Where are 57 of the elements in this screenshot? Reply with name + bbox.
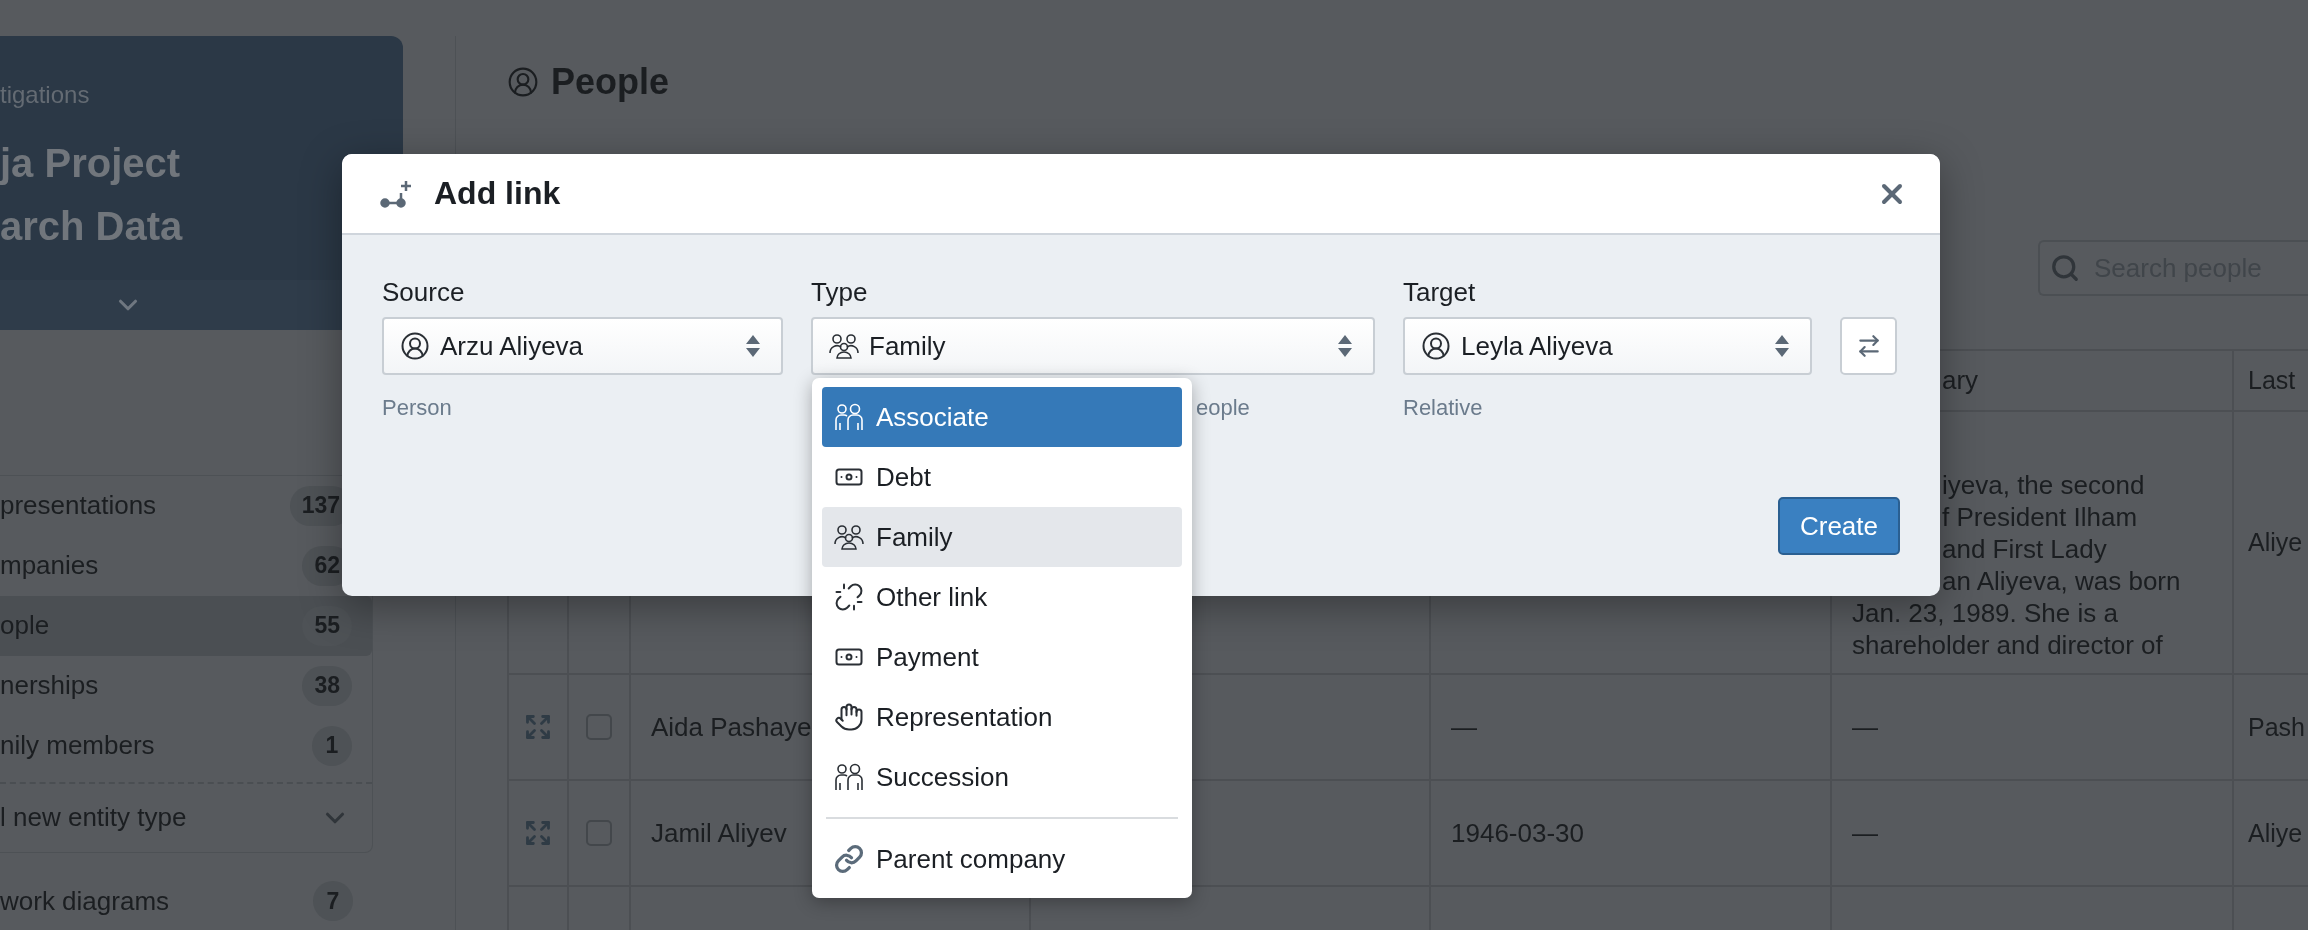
- column-header: Last: [2248, 366, 2296, 395]
- help-text: Person: [382, 395, 453, 421]
- search-icon: [2050, 253, 2080, 283]
- person-icon: [507, 66, 539, 98]
- table-cell-text: —: [1852, 817, 1878, 849]
- project-subtitle: tigations: [0, 80, 91, 110]
- table-cell-text: iyeva, the second: [1941, 469, 2145, 501]
- table-cell-text: an Aliyeva, was born: [1941, 565, 2181, 597]
- column-header: ary: [1941, 365, 1979, 396]
- sort-caret-icon: [1337, 334, 1353, 358]
- menu-option[interactable]: Family: [822, 507, 1182, 567]
- menu-option[interactable]: Succession: [822, 747, 1182, 807]
- table-cell: Jamil Aliyev: [651, 817, 787, 849]
- broken-link-icon: [834, 582, 864, 612]
- menu-option[interactable]: Payment: [822, 627, 1182, 687]
- table-cell: Pash: [2248, 712, 2305, 742]
- group-icon: [829, 333, 859, 359]
- dialog-title: Add link: [434, 175, 562, 212]
- swap-button[interactable]: [1840, 317, 1897, 375]
- table-cell: Aliye: [2248, 528, 2303, 557]
- project-title: ja Project: [0, 140, 182, 187]
- sort-caret-icon: [1774, 334, 1790, 358]
- help-text: Relative: [1403, 395, 1484, 421]
- project-title: arch Data: [0, 203, 184, 250]
- hand-icon: [834, 702, 864, 732]
- two-people-icon: [834, 403, 864, 431]
- table-cell-text: Jan. 23, 1989. She is a: [1852, 597, 2118, 629]
- field-label: Target: [1403, 277, 1477, 307]
- menu-option[interactable]: Other link: [822, 567, 1182, 627]
- field-label: Type: [811, 277, 869, 307]
- menu-option[interactable]: Associate: [822, 387, 1182, 447]
- page-title: People: [551, 61, 670, 103]
- link-icon: [834, 844, 864, 874]
- link-add-icon: [380, 178, 414, 209]
- table-cell: Aliye: [2248, 818, 2303, 848]
- table-cell-text: —: [1852, 711, 1878, 743]
- group-icon: [834, 524, 864, 550]
- menu-option[interactable]: Representation: [822, 687, 1182, 747]
- table-cell: Aida Pashaye: [651, 711, 812, 743]
- table-cell-text: shareholder and director of: [1852, 629, 2163, 661]
- menu-option[interactable]: Parent company: [822, 829, 1182, 889]
- two-people-icon: [834, 763, 864, 791]
- table-cell-text: and First Lady: [1941, 533, 2107, 565]
- table-cell: 1946-03-30: [1451, 817, 1584, 849]
- person-icon: [400, 331, 430, 361]
- field-label: Source: [382, 277, 466, 307]
- table-cell: —: [1451, 711, 1477, 743]
- create-button[interactable]: Create: [1777, 497, 1900, 555]
- expand-icon[interactable]: [524, 713, 552, 741]
- expand-icon[interactable]: [524, 819, 552, 847]
- entity-select[interactable]: Leyla Aliyeva: [1403, 317, 1812, 375]
- type-select[interactable]: Family: [811, 317, 1375, 375]
- menu-option[interactable]: Debt: [822, 447, 1182, 507]
- person-icon: [1421, 331, 1451, 361]
- sort-caret-icon: [745, 334, 761, 358]
- entity-select[interactable]: Arzu Aliyeva: [382, 317, 783, 375]
- help-text: eople: [1196, 395, 1251, 421]
